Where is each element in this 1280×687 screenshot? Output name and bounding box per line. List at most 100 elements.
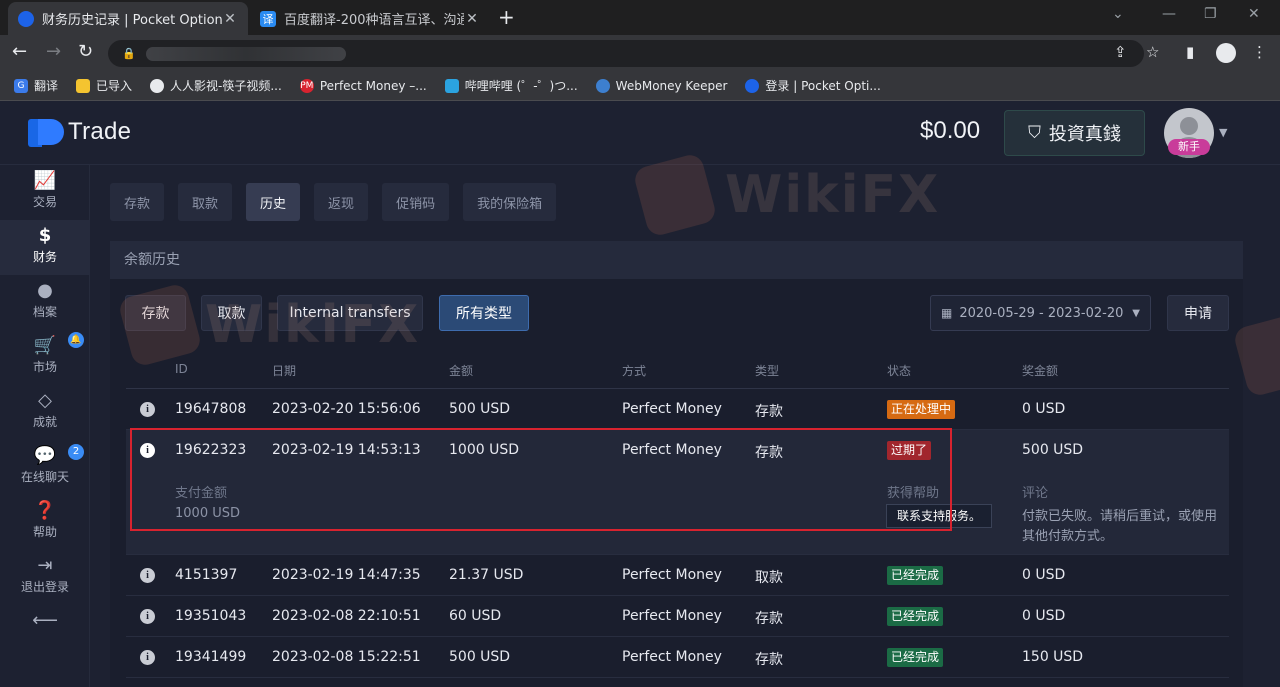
chevron-down-icon[interactable]: ▼ [1219,126,1227,139]
filter-withdraw-button[interactable]: 取款 [201,295,262,331]
main-content: 存款 取款 历史 返现 促销码 我的保险箱 余额历史 存款 取款 Interna… [90,165,1280,687]
info-icon[interactable]: i [140,443,155,458]
row-method: Perfect Money [622,567,722,583]
forward-icon[interactable]: → [46,41,61,62]
column-header: ID [175,362,188,376]
info-icon[interactable]: i [140,402,155,417]
row-type: 存款 [755,445,783,461]
browser-tab-baidu-translate[interactable]: 译 百度翻译-200种语言互译、沟通 ✕ [250,2,490,35]
back-icon[interactable]: ← [12,41,27,62]
bookmark-item[interactable]: 登录 | Pocket Opti... [745,77,881,94]
tab-deposit[interactable]: 存款 [110,183,165,221]
bookmark-item[interactable]: 已导入 [76,77,132,94]
menu-dots-icon[interactable]: ⋮ [1252,43,1267,61]
row-date: 2023-02-19 14:53:13 [272,442,421,458]
sidepanel-icon[interactable]: ▮ [1186,43,1194,61]
close-tab-icon[interactable]: ✕ [464,11,480,27]
info-icon[interactable]: i [140,609,155,624]
sidebar-item-label: 交易 [32,195,57,209]
account-balance[interactable]: $0.00 [920,117,980,145]
blurred-url [146,46,346,61]
share-icon[interactable]: ⇪ [1114,43,1127,61]
reload-icon[interactable]: ↻ [78,41,93,62]
tab-promo-code[interactable]: 促销码 [382,183,450,221]
chevron-down-icon[interactable]: ⌄ [1112,6,1124,22]
get-help-label: 获得帮助 [887,486,940,501]
row-amount: 21.37 USD [449,567,524,583]
row-id: 19622323 [175,442,247,458]
sidebar-item-logout[interactable]: ⇥ 退出登录 [0,550,90,605]
column-header: 方式 [622,364,647,378]
tab-my-safe[interactable]: 我的保险箱 [463,183,557,221]
tab-cashback[interactable]: 返现 [314,183,369,221]
column-header: 日期 [272,364,297,378]
new-tab-icon[interactable]: + [498,5,515,29]
browser-tab-pocket-option[interactable]: 财务历史记录 | Pocket Option ✕ [8,2,248,35]
bookmarks-bar: G 翻译 已导入 人人影视-筷子视频... PM Perfect Money –..… [0,71,1280,101]
comment-text: 付款已失败。请稍后重试，或使用其他付款方式。 [1022,509,1218,544]
column-header: 奖金额 [1022,364,1059,378]
bookmark-item[interactable]: 哔哩哔哩 (゜-゜)つ... [444,77,578,94]
trade-real-money-button[interactable]: ⛉ 投資真錢 [1004,110,1145,156]
bookmark-item[interactable]: WebMoney Keeper [595,78,727,93]
logo[interactable]: Trade [28,117,131,147]
table-row[interactable]: i 19647808 2023-02-20 15:56:06 500 USD P… [126,389,1229,430]
translate-favicon: 译 [260,10,276,27]
tab-history[interactable]: 历史 [246,183,301,221]
contact-support-button[interactable]: 联系支持服务。 [886,504,993,528]
logout-icon: ⇥ [37,555,53,576]
sidebar-item-chat[interactable]: 💬 在线聊天 2 [0,440,90,495]
date-range-picker[interactable]: ▦ 2020-05-29 - 2023-02-20 ▼ [930,295,1151,331]
sidebar-item-market[interactable]: 🛒 市场 🔔 [0,330,90,380]
filter-internal-transfers-button[interactable]: Internal transfers [277,295,423,331]
table-row[interactable]: i 19341499 2023-02-08 15:22:51 500 USD P… [126,637,1229,678]
collapse-sidebar-button[interactable]: ⟵ [0,605,90,635]
bell-icon: 🔔 [68,332,84,348]
deposit-icon: ⛉ [1028,123,1041,143]
row-type: 存款 [755,652,783,668]
address-bar[interactable]: 🔒 [108,40,1144,67]
close-tab-icon[interactable]: ✕ [222,11,238,27]
pocket-option-favicon [18,10,34,27]
apply-button[interactable]: 申请 [1167,295,1229,331]
window-close-icon[interactable]: ✕ [1248,6,1260,22]
arrow-left-icon: ⟵ [32,610,58,631]
panel-title: 余额历史 [110,241,1243,279]
row-bonus: 0 USD [1022,608,1066,624]
bookmark-star-icon[interactable]: ☆ [1146,43,1159,61]
sidebar-item-trade[interactable]: 📈 交易 [0,165,90,220]
sidebar-item-achievements[interactable]: ◇ 成就 [0,385,90,440]
filter-all-types-button[interactable]: 所有类型 [439,295,529,331]
row-date: 2023-02-08 22:10:51 [272,608,421,624]
row-amount: 60 USD [449,608,502,624]
bookmark-item[interactable]: 人人影视-筷子视频... [150,77,282,94]
sidebar: 📈 交易 $ 财务 ● 档案 🛒 市场 🔔 ◇ 成就 💬 在线聊天 2 ❓ 帮助 [0,165,90,687]
info-icon[interactable]: i [140,650,155,665]
sidebar-item-label: 财务 [32,250,57,264]
table-row[interactable]: i 19351043 2023-02-08 22:10:51 60 USD Pe… [126,596,1229,637]
row-id: 19647808 [175,401,247,417]
balance-history-panel: 余额历史 存款 取款 Internal transfers 所有类型 ▦ 202… [110,241,1243,687]
chat-unread-badge: 2 [68,444,84,460]
row-type: 存款 [755,611,783,627]
bilibili-icon [444,78,459,93]
comment-label: 评论 [1022,486,1049,501]
bookmark-item[interactable]: G 翻译 [14,77,58,94]
tab-title: 百度翻译-200种语言互译、沟通 [284,13,464,28]
sidebar-item-finance[interactable]: $ 财务 [0,220,90,275]
sidebar-item-label: 退出登录 [20,580,69,594]
filter-deposit-button[interactable]: 存款 [125,295,186,331]
minimize-icon[interactable]: — [1162,6,1176,22]
diamond-icon: ◇ [38,390,52,411]
sidebar-item-label: 市场 [32,360,57,374]
table-row[interactable]: i 4151397 2023-02-19 14:47:35 21.37 USD … [126,555,1229,596]
table-row-expanded[interactable]: i 19622323 2023-02-19 14:53:13 1000 USD … [126,430,1229,555]
chevron-down-icon: ▼ [1132,307,1140,319]
tab-withdraw[interactable]: 取款 [178,183,233,221]
profile-icon[interactable] [1216,43,1236,63]
bookmark-item[interactable]: PM Perfect Money –... [299,78,427,93]
restore-icon[interactable]: ❐ [1204,6,1217,22]
sidebar-item-profile[interactable]: ● 档案 [0,275,90,330]
sidebar-item-help[interactable]: ❓ 帮助 [0,495,90,550]
info-icon[interactable]: i [140,568,155,583]
